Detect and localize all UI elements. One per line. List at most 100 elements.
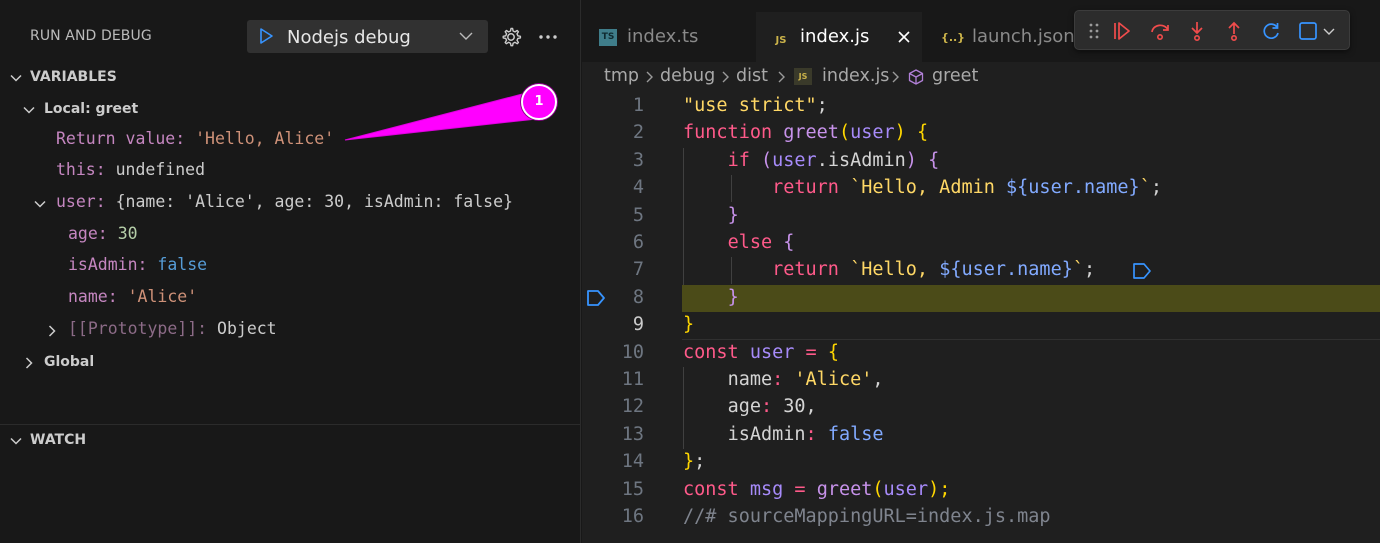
breadcrumb-item-symbol[interactable]: greet: [932, 66, 978, 86]
scope-local[interactable]: Local: greet: [0, 94, 581, 124]
variable-value: Object: [217, 319, 277, 338]
watch-section-header[interactable]: WATCH: [0, 424, 581, 454]
paren-token: ): [894, 122, 906, 144]
interp-token: }: [1061, 259, 1073, 281]
chevron-down-icon[interactable]: [32, 196, 48, 212]
gear-icon[interactable]: [500, 26, 522, 48]
function-name-token: greet: [783, 122, 839, 144]
tab-label: index.js: [800, 26, 870, 47]
watch-title: WATCH: [30, 432, 87, 448]
step-out-icon[interactable]: [1223, 20, 1245, 42]
variables-title: VARIABLES: [30, 69, 117, 85]
step-into-icon[interactable]: [1186, 20, 1208, 42]
breakpoint-stack-frame-icon[interactable]: [586, 289, 606, 307]
punctuation-token: ;: [1150, 177, 1162, 199]
paren-token: (: [872, 478, 884, 500]
line-number: 1: [632, 95, 644, 116]
boolean-token: false: [827, 423, 884, 445]
close-icon[interactable]: [896, 29, 912, 45]
variables-section-header[interactable]: VARIABLES: [0, 62, 581, 92]
breadcrumb-item-debug[interactable]: debug: [660, 66, 715, 86]
variable-key: this:: [56, 160, 106, 179]
scope-local-label: Local: greet: [44, 101, 139, 117]
code-line: 6 else {: [582, 230, 1380, 257]
keyword-token: const: [683, 341, 739, 363]
operator-token: =: [805, 341, 817, 363]
drag-handle-icon[interactable]: [1083, 20, 1105, 42]
breadcrumb-item-file[interactable]: index.js: [822, 66, 889, 86]
keyword-token: const: [683, 478, 739, 500]
number-token: 30: [783, 396, 806, 418]
variable-token: user: [883, 478, 929, 500]
paren-token: (: [760, 149, 773, 171]
debug-config-select[interactable]: Nodejs debug: [247, 20, 488, 53]
variable-user[interactable]: user: {name: 'Alice', age: 30, isAdmin: …: [0, 188, 581, 218]
comment-token: //# sourceMappingURL=index.js.map: [683, 506, 1051, 527]
punctuation-token: ;: [1084, 259, 1096, 281]
string-token: 'Alice': [794, 369, 873, 390]
breadcrumb-item-tmp[interactable]: tmp: [604, 66, 639, 86]
inline-breakpoint-icon[interactable]: [1132, 262, 1152, 280]
code-line: 13 isAdmin: false: [582, 422, 1380, 449]
chevron-right-icon[interactable]: [44, 323, 60, 339]
code-line: 7 return `Hello, ${user.name}`;: [582, 257, 1380, 284]
punctuation-token: ,: [872, 369, 884, 390]
line-number: 7: [632, 259, 644, 281]
tab-launch-json[interactable]: {..} launch.json: [928, 12, 1075, 62]
variable-value: false: [157, 255, 208, 274]
code-line: 3 if (user.isAdmin) {: [582, 148, 1380, 175]
scope-global[interactable]: Global: [0, 347, 581, 377]
sidebar-title: RUN AND DEBUG: [30, 28, 152, 44]
brace-token: {: [928, 149, 940, 171]
typescript-file-icon: TS: [599, 29, 617, 46]
variable-user-age[interactable]: age: 30: [0, 220, 581, 250]
tab-index-ts[interactable]: TS index.ts: [582, 12, 750, 62]
editor-area: TS index.ts JS index.js {..} launch.json: [582, 0, 1380, 543]
variable-key: [[Prototype]]:: [68, 319, 208, 338]
variable-user-isadmin[interactable]: isAdmin: false: [0, 251, 581, 281]
brace-token: }: [727, 286, 739, 308]
chevron-right-icon: [646, 71, 653, 83]
more-actions-icon[interactable]: [536, 26, 560, 48]
line-number: 9: [632, 314, 644, 336]
variable-this[interactable]: this: undefined: [0, 156, 581, 186]
javascript-file-icon: JS: [794, 68, 812, 85]
line-number: 4: [632, 177, 644, 199]
punctuation-token: :: [760, 396, 773, 418]
continue-icon[interactable]: [1112, 20, 1134, 42]
variable-key: isAdmin:: [68, 255, 148, 274]
step-over-icon[interactable]: [1149, 20, 1171, 42]
variable-value: 'Hello, Alice': [195, 129, 335, 148]
chevron-down-icon[interactable]: [458, 28, 474, 44]
code-line: 14 };: [582, 449, 1380, 476]
variable-return-value[interactable]: Return value: 'Hello, Alice': [0, 125, 581, 155]
tab-index-js[interactable]: JS index.js: [756, 12, 922, 62]
stop-icon[interactable]: [1297, 20, 1319, 42]
interp-token: ${: [1006, 177, 1029, 199]
variable-value: 30: [117, 224, 138, 243]
variable-user-prototype[interactable]: [[Prototype]]: Object: [0, 315, 581, 345]
punctuation-token: :: [805, 423, 817, 445]
keyword-token: else: [727, 232, 773, 253]
brace-token: {: [827, 341, 839, 363]
chevron-down-icon[interactable]: [1321, 20, 1337, 42]
variable-key: Return value:: [56, 129, 186, 148]
code-line: 12 age: 30,: [582, 394, 1380, 421]
template-token: `Hello,: [850, 259, 940, 281]
chevron-down-icon: [23, 106, 35, 114]
line-number: 12: [621, 396, 644, 418]
code-editor[interactable]: 1 "use strict"; 2 function greet(user) {…: [582, 93, 1380, 543]
template-token: `: [1072, 259, 1084, 281]
variable-user-name[interactable]: name: 'Alice': [0, 283, 581, 313]
punctuation-token: ,: [805, 396, 817, 418]
line-number: 2: [632, 122, 644, 144]
chevron-down-icon: [10, 74, 22, 82]
paren-token: );: [928, 478, 951, 500]
variable-key: name:: [68, 287, 118, 306]
restart-icon[interactable]: [1260, 20, 1282, 42]
start-debugging-icon[interactable]: [257, 27, 275, 45]
tab-label: index.ts: [627, 26, 699, 47]
param-token: user: [850, 122, 895, 144]
breadcrumb-item-dist[interactable]: dist: [736, 66, 768, 86]
property-token: name: [727, 369, 773, 390]
